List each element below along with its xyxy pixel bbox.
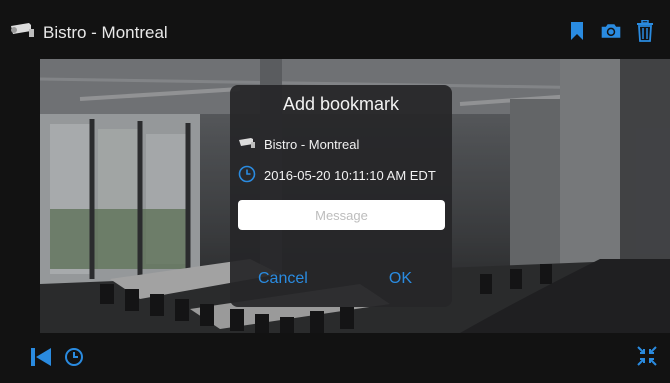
top-bar: Bistro - Montreal (0, 0, 670, 59)
camera-title-group: Bistro - Montreal (9, 22, 168, 43)
video-side-margin (0, 59, 40, 333)
camera-title: Bistro - Montreal (43, 22, 168, 42)
cancel-button[interactable]: Cancel (258, 270, 308, 288)
camera-icon (9, 22, 35, 43)
top-actions (566, 20, 656, 42)
view-controls (636, 345, 658, 372)
message-input[interactable] (238, 200, 445, 230)
video-player-screen: Bistro - Montreal Add bookmark Bistro - … (0, 0, 670, 383)
clock-icon (238, 165, 256, 186)
bottom-bar (0, 333, 670, 383)
camera-icon (238, 137, 256, 152)
skip-back-icon[interactable] (30, 346, 52, 373)
dialog-timestamp: 2016-05-20 10:11:10 AM EDT (264, 168, 436, 183)
trash-icon[interactable] (634, 20, 656, 42)
dialog-title: Add bookmark (282, 94, 400, 114)
add-bookmark-dialog: Add bookmark Bistro - Montreal 2016-05-2… (230, 85, 452, 307)
bookmark-icon[interactable] (566, 20, 588, 42)
clock-icon[interactable] (64, 347, 84, 372)
ok-button[interactable]: OK (389, 270, 412, 288)
dialog-time-row: 2016-05-20 10:11:10 AM EDT (238, 165, 436, 186)
snapshot-icon[interactable] (600, 20, 622, 42)
playback-controls (30, 346, 84, 373)
dialog-camera-row: Bistro - Montreal (238, 137, 359, 152)
dialog-camera-name: Bistro - Montreal (264, 137, 360, 152)
collapse-icon[interactable] (636, 346, 658, 371)
